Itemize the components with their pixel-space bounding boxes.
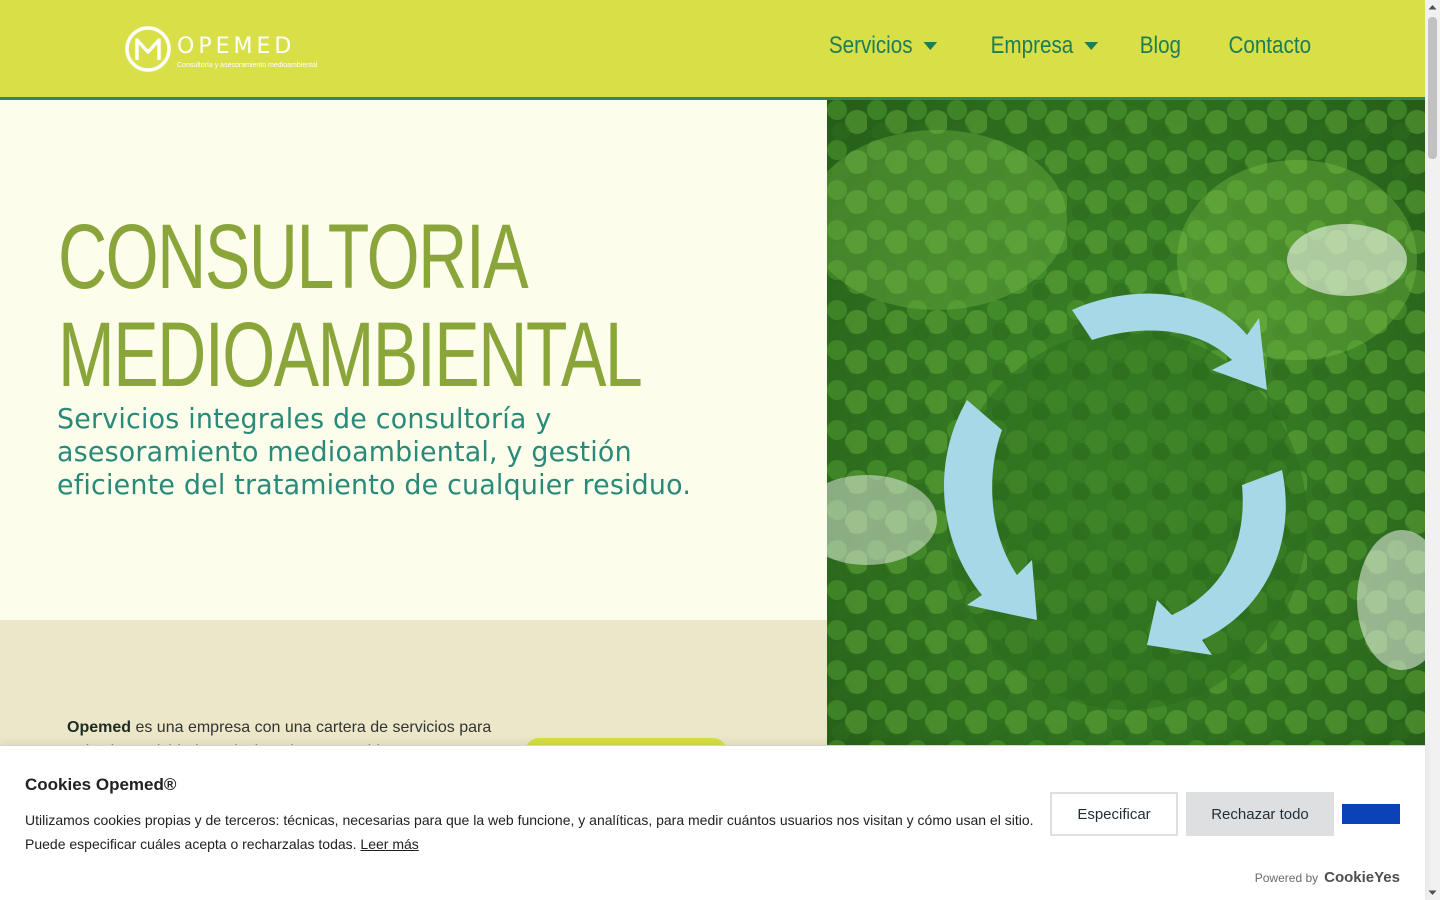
opemed-logo[interactable]: OPEMED Consultoría y asesoramiento medio…: [125, 26, 317, 72]
nav-item-label: Empresa: [990, 32, 1074, 59]
logo-tagline: Consultoría y asesoramiento medioambient…: [177, 62, 318, 69]
nav-item-label: Blog: [1139, 32, 1181, 59]
reject-all-button[interactable]: Rechazar todo: [1186, 792, 1334, 836]
powered-by-label: Powered by: [1254, 871, 1319, 885]
cookie-text: Utilizamos cookies propias y de terceros…: [25, 808, 1040, 856]
nav-item-label: Contacto: [1228, 32, 1311, 59]
nav-item-blog[interactable]: Blog: [1140, 32, 1181, 60]
main-nav: Servicios Empresa Blog Contacto: [777, 32, 1311, 60]
scroll-down-arrow-icon[interactable]: [1425, 885, 1440, 900]
powered-by: Powered by CookieYes: [1255, 869, 1400, 886]
scrollbar-thumb[interactable]: [1428, 17, 1437, 159]
intro-brand: Opemed: [67, 719, 132, 736]
hero-title-line: CONSULTORIA: [58, 206, 529, 308]
customize-button[interactable]: Especificar: [1050, 792, 1178, 836]
nav-item-label: Servicios: [829, 32, 914, 59]
read-more-link[interactable]: Leer más: [360, 836, 418, 852]
cookie-banner: Cookies Opemed® Utilizamos cookies propi…: [0, 745, 1425, 900]
nav-item-servicios[interactable]: Servicios: [829, 32, 939, 60]
caret-down-icon[interactable]: [1083, 37, 1099, 55]
scroll-up-arrow-icon[interactable]: [1425, 0, 1440, 15]
logo-name: OPEMED: [177, 34, 296, 59]
logo-mark-icon: [125, 26, 171, 72]
cookie-body: Utilizamos cookies propias y de terceros…: [25, 812, 1034, 852]
hero-title-line: MEDIOAMBIENTAL: [58, 304, 643, 406]
accept-all-button[interactable]: [1342, 804, 1400, 824]
nav-item-contacto[interactable]: Contacto: [1228, 32, 1311, 60]
vertical-scrollbar[interactable]: [1425, 0, 1440, 900]
site-header: OPEMED Consultoría y asesoramiento medio…: [0, 0, 1425, 100]
hero-title: CONSULTORIA MEDIOAMBIENTAL: [58, 206, 643, 406]
caret-down-icon[interactable]: [923, 37, 938, 55]
cookieyes-logo[interactable]: CookieYes: [1324, 869, 1400, 886]
cookie-title: Cookies Opemed®: [25, 775, 177, 794]
hero-subtitle: Servicios integrales de consultoría y as…: [57, 402, 692, 501]
hero-section: CONSULTORIA MEDIOAMBIENTAL Servicios int…: [0, 100, 827, 620]
nav-item-empresa[interactable]: Empresa: [990, 32, 1099, 60]
